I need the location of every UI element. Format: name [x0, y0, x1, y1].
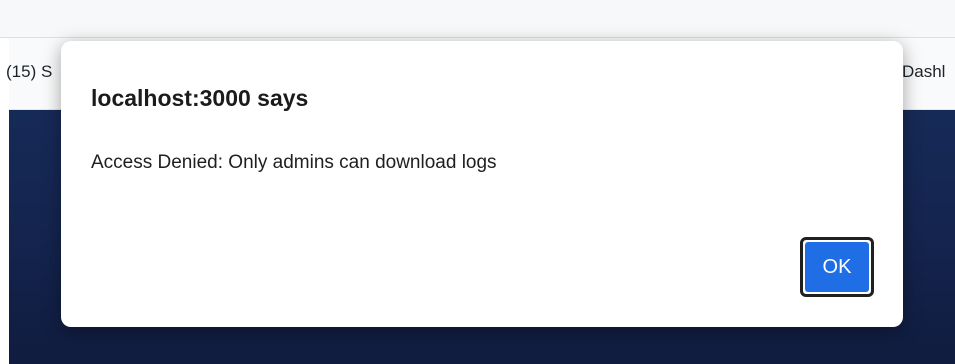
window-edge: [0, 38, 9, 364]
dialog-message: Access Denied: Only admins can download …: [91, 152, 497, 173]
bookmark-item-left[interactable]: (15) S: [6, 62, 52, 82]
bookmark-item-right[interactable]: Dashl: [902, 62, 945, 82]
dialog-title: localhost:3000 says: [91, 85, 309, 111]
ok-button-label: OK: [805, 242, 869, 292]
ok-button[interactable]: OK: [800, 237, 874, 297]
browser-window: (15) S Dashl localhost:3000 says Access …: [0, 0, 955, 364]
alert-dialog: localhost:3000 says Access Denied: Only …: [61, 41, 903, 327]
browser-toolbar: [0, 0, 955, 38]
